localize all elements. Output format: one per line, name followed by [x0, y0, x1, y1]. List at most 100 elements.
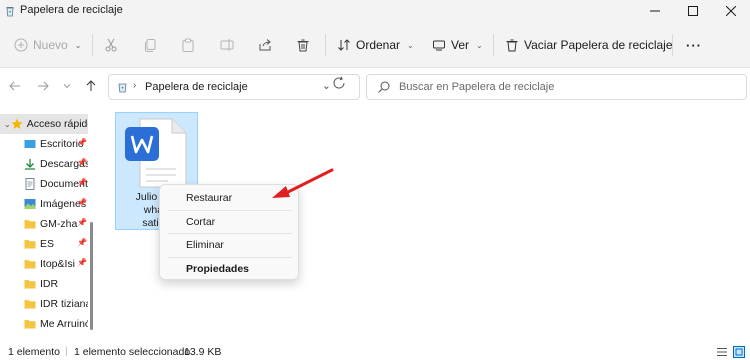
address-bar[interactable]: › Papelera de reciclaje ⌄ — [108, 74, 360, 100]
minimize-icon — [650, 10, 660, 12]
trash-icon — [297, 39, 309, 52]
pin-icon: 📌 — [77, 218, 87, 227]
download-icon — [25, 159, 35, 170]
delete-button[interactable] — [296, 33, 310, 57]
empty-recycle-bin-label: Vaciar Papelera de reciclaje — [524, 38, 673, 52]
details-view-icon[interactable] — [716, 346, 728, 358]
view-icon — [433, 40, 445, 51]
scissors-icon — [105, 38, 117, 52]
sidebar-item-label: Itop&Isi — [40, 258, 76, 270]
sidebar-item-idr-tiziana[interactable]: IDR tiziana — [0, 294, 88, 314]
share-button[interactable] — [258, 33, 272, 57]
close-icon — [726, 6, 736, 16]
sidebar-item-itop[interactable]: Itop&Isi 📌 — [0, 254, 88, 274]
address-path: Papelera de reciclaje — [145, 81, 248, 93]
recycle-bin-icon — [118, 83, 127, 93]
menu-item-delete[interactable]: Eliminar — [160, 234, 298, 256]
forward-button[interactable] — [34, 77, 52, 95]
copy-icon — [145, 39, 156, 52]
sidebar-item-label: IDR tiziana — [40, 298, 88, 310]
separator — [672, 34, 673, 56]
pin-icon: 📌 — [77, 238, 87, 247]
menu-item-properties[interactable]: Propiedades — [160, 258, 298, 280]
clipboard-icon — [182, 38, 194, 52]
breadcrumb-separator-icon: › — [133, 80, 137, 91]
separator — [493, 34, 494, 56]
view-button[interactable]: Ver ⌄ — [432, 33, 483, 57]
empty-recycle-bin-button[interactable]: Vaciar Papelera de reciclaje — [505, 33, 673, 57]
search-placeholder: Buscar en Papelera de reciclaje — [399, 81, 555, 93]
separator — [92, 34, 93, 56]
status-divider: | — [65, 345, 68, 357]
item-count: 1 elemento — [8, 346, 60, 358]
folder-icon — [24, 300, 36, 309]
pin-icon: 📌 — [77, 258, 87, 267]
sidebar-item-label: GM-zha — [40, 218, 78, 230]
pin-icon: 📌 — [77, 138, 87, 147]
sidebar-item-quick-access[interactable]: ⌄ Acceso rápido — [0, 114, 88, 134]
pin-icon: 📌 — [77, 178, 87, 187]
cut-button[interactable] — [104, 33, 118, 57]
new-label: Nuevo — [33, 38, 68, 52]
chevron-down-icon: ⌄ — [4, 119, 11, 129]
close-button[interactable] — [712, 0, 750, 22]
chevron-down-icon: ⌄ — [74, 40, 82, 50]
arrow-up-icon — [86, 80, 96, 91]
navigation-bar: › Papelera de reciclaje ⌄ Buscar en Pape… — [0, 68, 750, 104]
refresh-button[interactable] — [332, 76, 346, 93]
sidebar-item-desktop[interactable]: Escritorio 📌 — [0, 134, 88, 154]
image-icon — [24, 199, 36, 209]
rename-icon — [220, 39, 234, 51]
selected-count: 1 elemento seleccionado — [74, 346, 191, 358]
share-icon — [259, 39, 271, 51]
back-button[interactable] — [6, 77, 24, 95]
sidebar-item-documents[interactable]: Documentos 📌 — [0, 174, 88, 194]
maximize-icon — [688, 6, 698, 16]
word-document-icon — [125, 118, 187, 188]
folder-icon — [24, 320, 36, 329]
maximize-button[interactable] — [674, 0, 712, 22]
search-box[interactable]: Buscar en Papelera de reciclaje — [366, 74, 747, 100]
paste-button[interactable] — [181, 33, 195, 57]
arrow-right-icon — [38, 81, 49, 91]
sidebar-item-gm-zha[interactable]: GM-zha 📌 — [0, 214, 88, 234]
recent-locations-button[interactable] — [58, 77, 76, 95]
menu-item-cut[interactable]: Cortar — [160, 211, 298, 233]
pin-icon: 📌 — [77, 198, 87, 207]
navigation-pane: ⌄ Acceso rápido Escritorio 📌 Descargas 📌… — [0, 104, 100, 344]
sidebar-item-pictures[interactable]: Imágenes 📌 — [0, 194, 88, 214]
sort-icon — [338, 39, 350, 51]
up-button[interactable] — [82, 77, 100, 95]
folder-icon — [24, 220, 36, 229]
minimize-button[interactable] — [636, 0, 674, 22]
large-icons-view-icon[interactable] — [733, 346, 745, 358]
chevron-down-icon[interactable]: ⌄ — [322, 79, 331, 92]
sidebar-item-label: IDR — [40, 278, 59, 290]
view-label: Ver — [451, 38, 470, 52]
title-bar: Papelera de reciclaje — [0, 0, 750, 22]
separator — [325, 34, 326, 56]
sidebar-scrollbar[interactable] — [90, 222, 93, 330]
star-icon — [11, 118, 23, 129]
folder-icon — [24, 260, 36, 269]
sort-label: Ordenar — [356, 38, 401, 52]
plus-circle-icon — [14, 38, 28, 52]
chevron-down-icon: ⌄ — [407, 40, 414, 50]
sort-button[interactable]: Ordenar ⌄ — [337, 33, 414, 57]
new-button[interactable]: Nuevo ⌄ — [14, 33, 81, 57]
annotation-arrow-icon — [272, 168, 334, 198]
rename-button[interactable] — [220, 33, 234, 57]
sidebar-item-idr[interactable]: IDR — [0, 274, 88, 294]
more-icon: ··· — [686, 37, 702, 53]
sidebar-item-label: Me Arruinó — [40, 318, 88, 330]
window-title: Papelera de reciclaje — [20, 4, 123, 16]
folder-icon — [24, 240, 36, 249]
sidebar-item-downloads[interactable]: Descargas 📌 — [0, 154, 88, 174]
copy-button[interactable] — [143, 33, 157, 57]
sidebar-item-es[interactable]: ES 📌 — [0, 234, 88, 254]
folder-icon — [24, 280, 36, 289]
more-options-button[interactable]: ··· — [686, 33, 702, 57]
sidebar-item-me-arruino[interactable]: Me Arruinó — [0, 314, 88, 334]
command-bar: Nuevo ⌄ Ordenar ⌄ Ver ⌄ Vaciar Papelera … — [0, 22, 750, 68]
desktop-icon — [24, 140, 36, 148]
